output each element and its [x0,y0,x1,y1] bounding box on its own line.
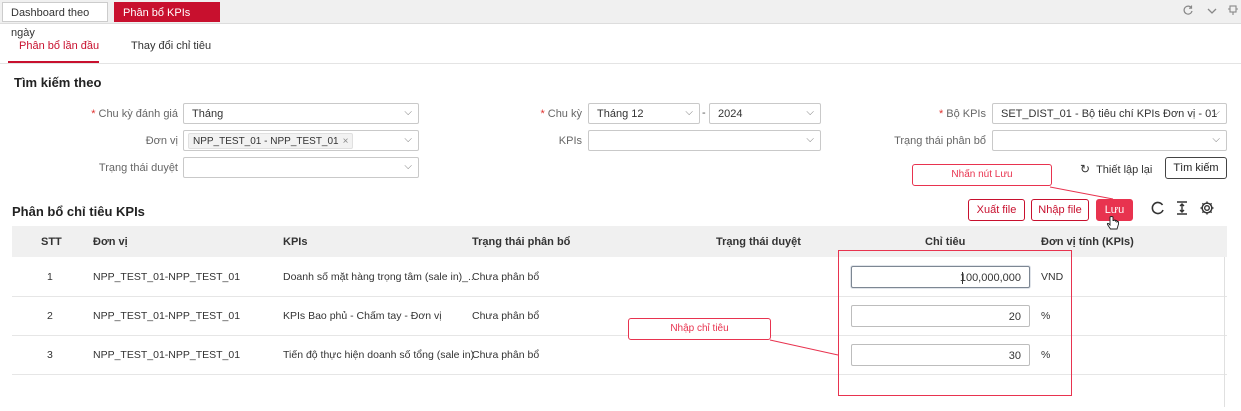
unit-select[interactable]: NPP_TEST_01 - NPP_TEST_01 × ⌵ [183,130,419,151]
cell-kpi: Doanh số mặt hàng trọng tâm (sale in)_..… [283,271,477,283]
sub-tabs: Phân bổ lần đầu Thay đổi chỉ tiêu [0,30,1241,64]
unit-label: Đơn vị [145,135,178,147]
cell-allocation-status: Chưa phân bổ [472,271,540,283]
column-header-approval-status: Trạng thái duyệt [716,236,801,248]
tab-kpi-allocation[interactable]: Phân bổ KPIs đơn vị × [114,2,220,39]
unit-tag: NPP_TEST_01 - NPP_TEST_01 × [188,133,354,149]
input-hint-callout: Nhập chỉ tiêu [628,318,771,340]
target-column-highlight [838,250,1072,396]
cell-kpi: KPIs Bao phủ - Chấm tay - Đơn vị [283,310,442,322]
approval-status-label: Trạng thái duyệt [98,162,178,174]
import-button[interactable]: Nhập file [1031,199,1089,221]
cycle-month-select[interactable]: Tháng 12 ⌵ [588,103,700,124]
cell-stt: 3 [47,349,53,361]
subtab-change-targets[interactable]: Thay đổi chỉ tiêu [131,40,211,52]
cycle-year-value: 2024 [718,108,743,120]
cell-unit: NPP_TEST_01-NPP_TEST_01 [93,349,241,361]
column-header-measure-unit: Đơn vị tính (KPIs) [1041,236,1134,248]
chevron-down-icon: ⌵ [806,134,814,145]
cell-unit: NPP_TEST_01-NPP_TEST_01 [93,271,241,283]
cycle-year-select[interactable]: 2024 ⌵ [709,103,821,124]
refresh-icon[interactable] [1180,4,1196,20]
column-height-icon[interactable] [1172,200,1192,220]
chevron-down-icon: ⌵ [1212,107,1220,118]
chevron-down-icon: ⌵ [1212,134,1220,145]
close-icon[interactable]: × [343,136,349,147]
column-header-target: Chỉ tiêu [925,236,966,248]
refresh-icon: ↻ [1080,162,1091,176]
chevron-down-icon: ⌵ [404,161,412,172]
top-tab-bar: Dashboard theo ngày Phân bổ KPIs đơn vị × [0,0,1241,39]
column-header-kpis: KPIs [283,236,308,248]
cell-stt: 1 [47,271,53,283]
active-tab-indicator [8,61,99,63]
cell-allocation-status: Chưa phân bổ [472,349,540,361]
table-scrollbar-track[interactable] [1224,257,1225,407]
kpi-set-value: SET_DIST_01 - Bộ tiêu chí KPIs Đơn vị - … [1001,108,1218,120]
chevron-down-icon: ⌵ [404,134,412,145]
cycle-month-value: Tháng 12 [597,108,644,120]
kpis-select[interactable]: ⌵ [588,130,821,151]
hand-cursor-icon [1106,216,1120,235]
pin-icon[interactable] [1225,4,1241,20]
search-button[interactable]: Tìm kiếm [1165,157,1227,179]
settings-icon[interactable] [1197,200,1217,220]
chevron-down-icon[interactable] [1204,4,1220,20]
cycle-label: * Chu kỳ [540,108,582,120]
reset-button[interactable]: ↻ Thiết lập lại [1080,162,1152,176]
cell-allocation-status: Chưa phân bổ [472,310,540,322]
table-section-title: Phân bổ chỉ tiêu KPIs [12,204,145,219]
cycle-separator: - [702,107,706,119]
cell-stt: 2 [47,310,53,322]
reload-icon[interactable] [1148,200,1168,220]
column-header-stt: STT [41,236,62,248]
kpis-label: KPIs [558,135,582,147]
export-button[interactable]: Xuất file [968,199,1025,221]
chevron-down-icon: ⌵ [404,107,412,118]
search-section-title: Tìm kiếm theo [14,75,102,90]
evaluation-cycle-value: Tháng [192,108,224,120]
column-header-allocation-status: Trạng thái phân bổ [472,236,571,248]
allocation-status-select[interactable]: ⌵ [992,130,1227,151]
chevron-down-icon: ⌵ [806,107,814,118]
reset-label: Thiết lập lại [1096,164,1153,176]
kpi-set-label: * Bộ KPIs [938,108,986,120]
evaluation-cycle-select[interactable]: Tháng ⌵ [183,103,419,124]
save-hint-callout: Nhấn nút Lưu [912,164,1052,186]
column-header-unit: Đơn vị [93,236,128,248]
tab-dashboard[interactable]: Dashboard theo ngày [2,2,108,39]
evaluation-cycle-label: * Chu kỳ đánh giá [91,108,178,120]
chevron-down-icon: ⌵ [685,107,693,118]
subtab-initial-allocation[interactable]: Phân bổ lần đầu [19,40,99,52]
cell-kpi: Tiến độ thực hiện doanh số tổng (sale in… [283,349,475,361]
approval-status-select[interactable]: ⌵ [183,157,419,178]
allocation-status-label: Trạng thái phân bổ [894,135,986,147]
cell-unit: NPP_TEST_01-NPP_TEST_01 [93,310,241,322]
kpi-set-select[interactable]: SET_DIST_01 - Bộ tiêu chí KPIs Đơn vị - … [992,103,1227,124]
